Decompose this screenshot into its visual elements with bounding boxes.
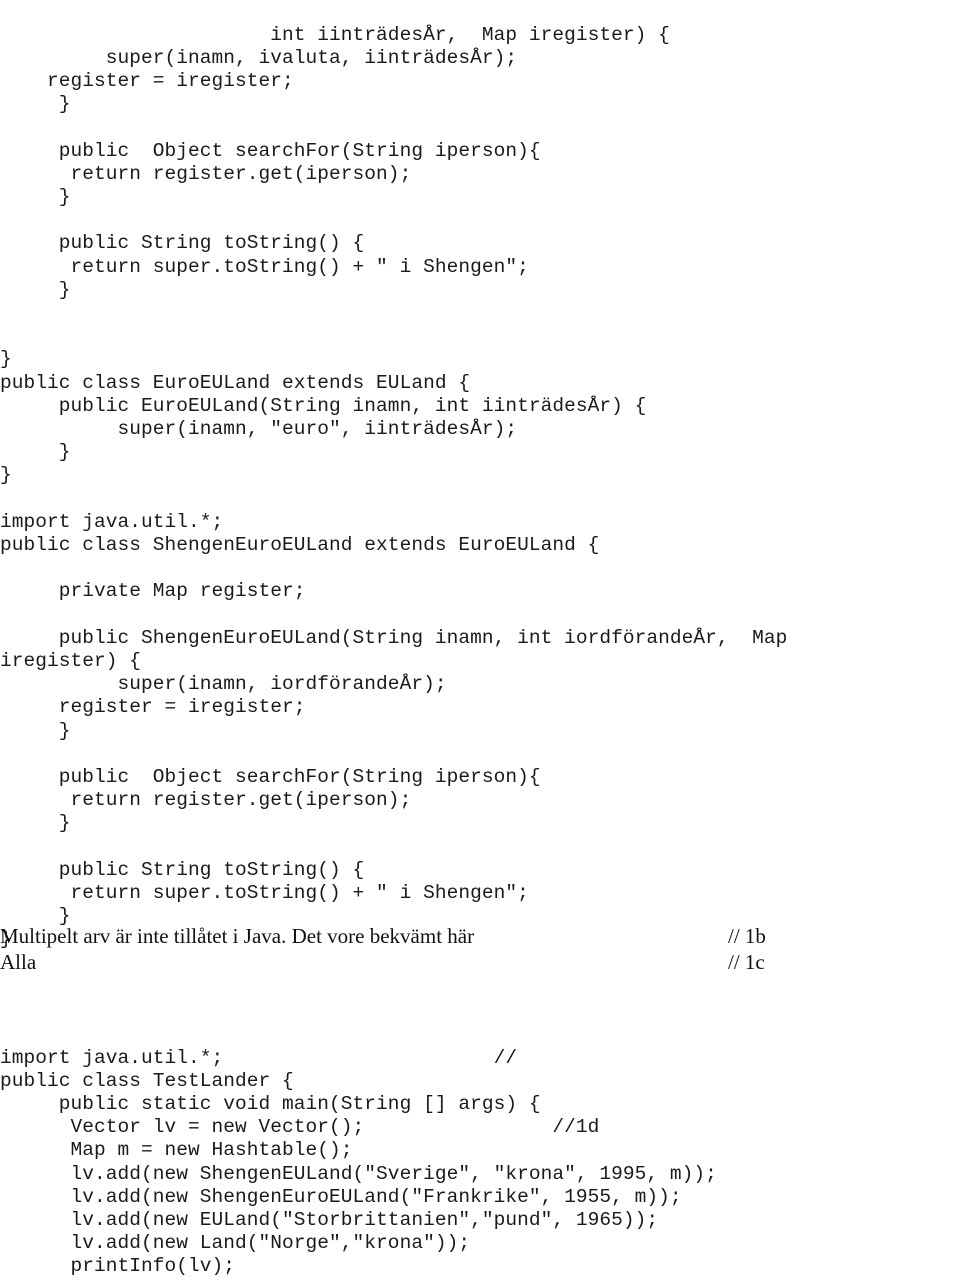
code-line: public class ShengenEuroEULand extends E… (0, 533, 600, 556)
code-line: } (0, 93, 71, 116)
code-listing-bottom: import java.util.*; //public class TestL… (0, 1047, 960, 1281)
code-line: super(inamn, "euro", iinträdesÅr); (0, 417, 518, 440)
code-line: super(inamn, iordförandeÅr); (0, 673, 447, 696)
code-line: } (0, 464, 12, 487)
code-line: public String toString() { (0, 858, 365, 881)
code-line: iregister) { (0, 649, 142, 672)
prose-line: Multipelt arv är inte tillåtet i Java. D… (0, 923, 960, 949)
code-line: printInfo(lv); (0, 1255, 236, 1278)
prose-text: Multipelt arv är inte tillåtet i Java. D… (0, 924, 475, 948)
code-line: return super.toString() + " i Shengen"; (0, 255, 529, 278)
code-line: register = iregister; (0, 69, 294, 92)
code-line: import java.util.*; (0, 510, 224, 533)
code-line: return register.get(iperson); (0, 162, 412, 185)
code-line: public Object searchFor(String iperson){ (0, 139, 541, 162)
code-line: public EuroEULand(String inamn, int iint… (0, 394, 647, 417)
code-line: public static void main(String [] args) … (0, 1092, 541, 1115)
code-line: private Map register; (0, 580, 306, 603)
prose-question-tag: // 1b (728, 924, 766, 948)
code-line: lv.add(new EULand("Storbrittanien","pund… (0, 1208, 659, 1231)
code-line: lv.add(new ShengenEuroEULand("Frankrike"… (0, 1185, 682, 1208)
code-line: } (0, 278, 71, 301)
code-line: } (0, 441, 71, 464)
code-line: public String toString() { (0, 232, 365, 255)
prose-text: Alla (0, 950, 37, 974)
code-line: Vector lv = new Vector(); //1d (0, 1116, 600, 1139)
prose-line: Alla // 1c (0, 949, 960, 975)
code-line: } (0, 348, 12, 371)
code-line: public class EuroEULand extends EULand { (0, 371, 471, 394)
code-line: int iinträdesÅr, Map iregister) { (0, 23, 670, 46)
prose-question-tag: // 1c (728, 950, 765, 974)
code-line: public Object searchFor(String iperson){ (0, 766, 541, 788)
code-line: public ShengenEuroEULand(String inamn, i… (0, 626, 788, 649)
code-line: register = iregister; (0, 696, 306, 719)
prose-answer-block: Multipelt arv är inte tillåtet i Java. D… (0, 923, 960, 975)
code-line: import java.util.*; // (0, 1046, 518, 1069)
document-page: int iinträdesÅr, Map iregister) { super(… (0, 0, 960, 1281)
code-line: } (0, 719, 71, 742)
code-line: Map m = new Hashtable(); (0, 1139, 353, 1162)
code-line: lv.add(new Land("Norge","krona")); (0, 1232, 471, 1255)
code-line: return register.get(iperson); (0, 789, 412, 812)
code-line: lv.add(new ShengenEULand("Sverige", "kro… (0, 1162, 717, 1185)
code-line: } (0, 185, 71, 208)
code-line: super(inamn, ivaluta, iinträdesÅr); (0, 46, 518, 69)
code-listing-top: int iinträdesÅr, Map iregister) { super(… (0, 24, 960, 952)
code-line: public class TestLander { (0, 1069, 294, 1092)
code-line: return super.toString() + " i Shengen"; (0, 882, 529, 905)
code-line: } (0, 812, 71, 835)
